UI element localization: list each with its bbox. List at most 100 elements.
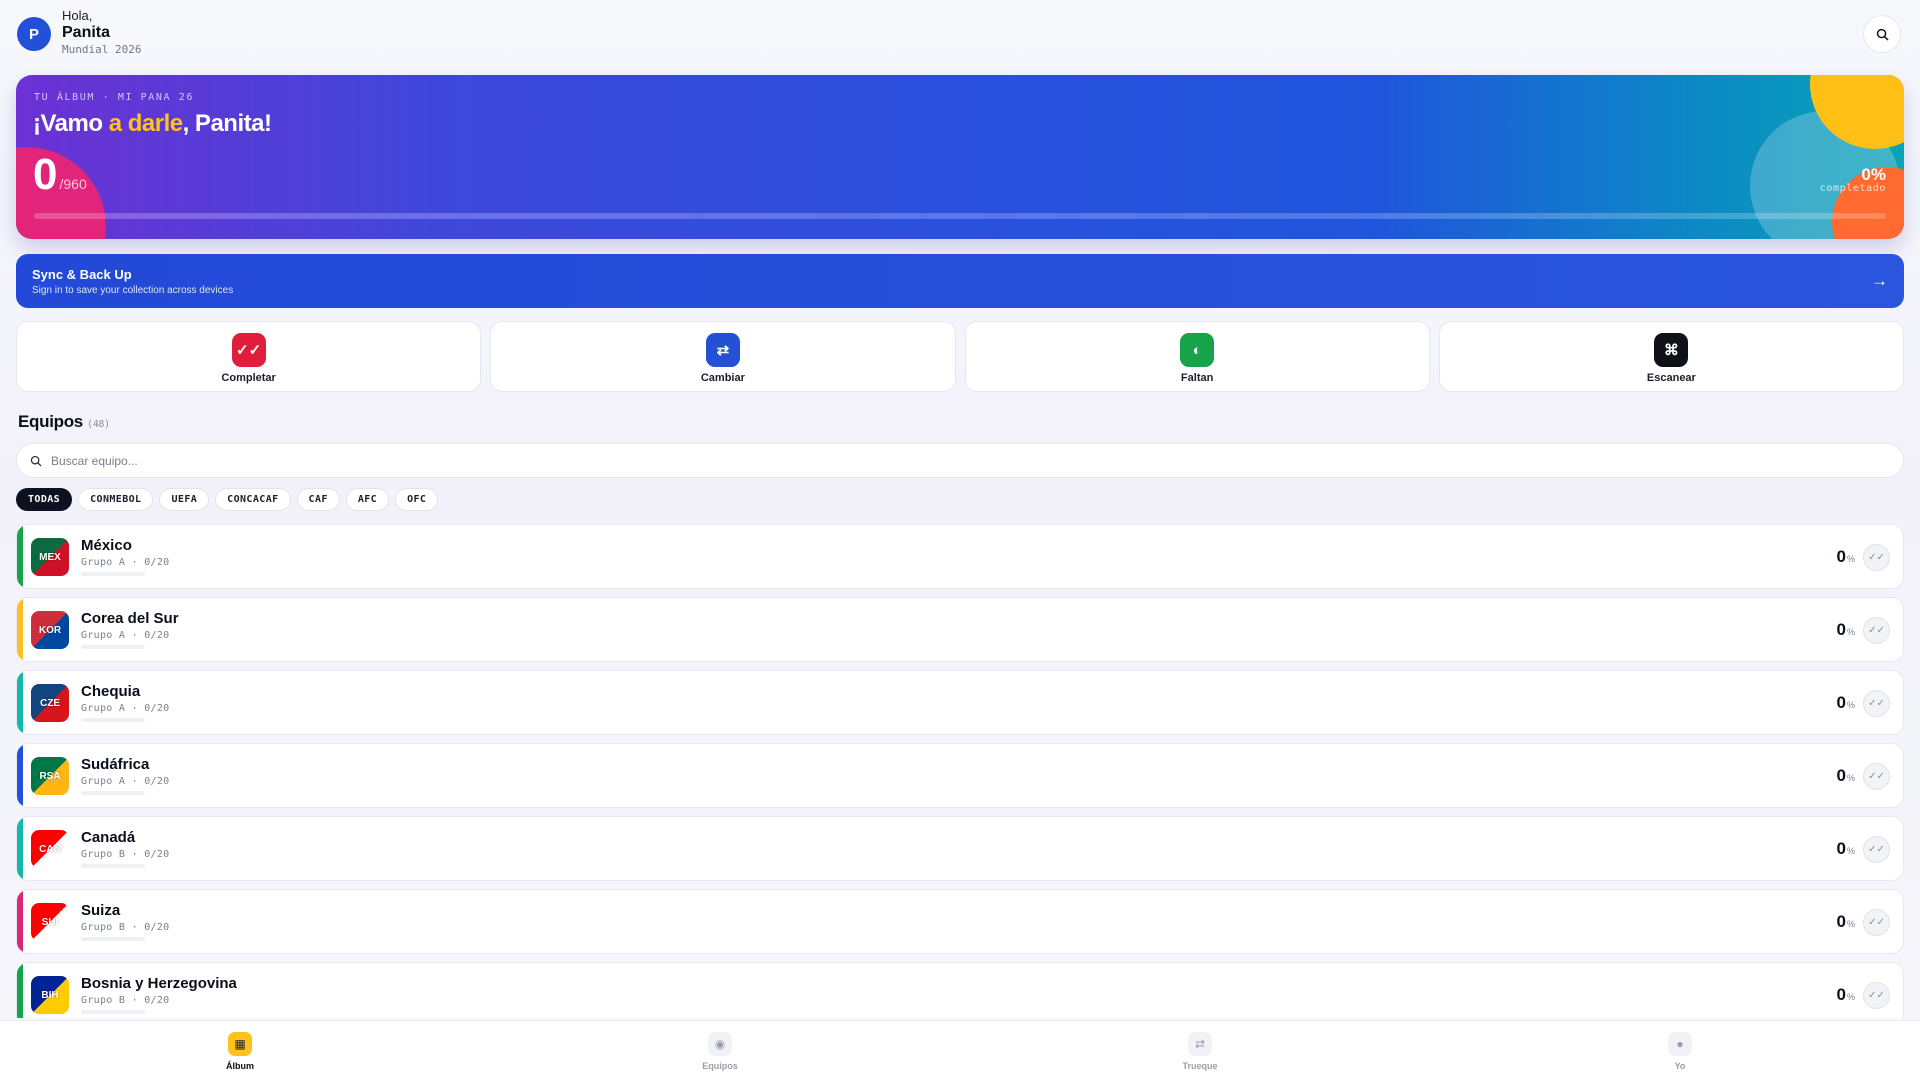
- team-row[interactable]: CAN Canadá Grupo B · 0/20 0% ✓✓: [16, 816, 1904, 881]
- mark-complete-icon[interactable]: ✓✓: [1863, 982, 1890, 1009]
- nav-item-yo[interactable]: ● Yo: [1440, 1021, 1920, 1080]
- team-flag: MEX: [31, 538, 69, 576]
- action-label: Cambiar: [700, 372, 745, 384]
- sync-banner[interactable]: Sync & Back Up Sign in to save your coll…: [16, 254, 1904, 308]
- filter-chip-ofc[interactable]: OFC: [395, 488, 439, 511]
- mark-complete-icon[interactable]: ✓✓: [1863, 690, 1890, 717]
- team-row[interactable]: CZE Chequia Grupo A · 0/20 0% ✓✓: [16, 670, 1904, 735]
- team-percent-value: 0: [1836, 985, 1846, 1004]
- team-name: Chequia: [81, 683, 141, 700]
- team-flag: CZE: [31, 684, 69, 722]
- filter-chip-afc[interactable]: AFC: [345, 488, 390, 511]
- team-row[interactable]: BIH Bosnia y Herzegovina Grupo B · 0/20 0% ✓…: [16, 962, 1904, 1018]
- hero-title-part2: , Panita!: [182, 110, 272, 137]
- nav-label: Trueque: [1182, 1061, 1218, 1071]
- mark-complete-icon[interactable]: ✓✓: [1863, 836, 1890, 863]
- team-search-input[interactable]: [51, 451, 851, 471]
- quick-actions: ✓✓ Completar ⇄ Cambiar ◐ Faltan ⌘ Escanear: [16, 321, 1904, 392]
- team-percent: 0%: [1837, 766, 1855, 786]
- team-meta: Grupo A · 0/20: [81, 776, 170, 787]
- action-completar-button[interactable]: ✓✓ Completar: [16, 321, 482, 392]
- team-percent: 0%: [1837, 547, 1855, 567]
- album-icon: ▦: [228, 1032, 252, 1056]
- collected-count: 0: [33, 150, 58, 199]
- team-percent-value: 0: [1836, 766, 1846, 785]
- tournament-label: Mundial 2026: [62, 43, 142, 56]
- percent-sign: %: [1846, 700, 1855, 710]
- percent-sign: %: [1846, 773, 1855, 783]
- team-meta: Grupo A · 0/20: [81, 703, 170, 714]
- action-cambiar-button[interactable]: ⇄ Cambiar: [490, 321, 956, 392]
- user-name: Panita: [62, 24, 111, 41]
- team-percent-value: 0: [1836, 693, 1846, 712]
- team-code: KOR: [38, 624, 62, 636]
- team-color-stripe: [17, 817, 23, 880]
- profile-icon: ●: [1668, 1032, 1692, 1056]
- mark-complete-icon[interactable]: ✓✓: [1863, 909, 1890, 936]
- team-meta: Grupo A · 0/20: [81, 557, 170, 568]
- mark-complete-icon[interactable]: ✓✓: [1863, 544, 1890, 571]
- team-code: BIH: [41, 989, 59, 1001]
- header: P Hola, Panita Mundial 2026: [17, 6, 1903, 58]
- mark-complete-icon[interactable]: ✓✓: [1863, 617, 1890, 644]
- nav-item-álbum[interactable]: ▦ Álbum: [0, 1021, 480, 1080]
- teams-section-title: Equipos (48): [18, 412, 110, 432]
- team-code: CAN: [39, 843, 61, 855]
- team-list: MEX México Grupo A · 0/20 0% ✓✓ KOR Corea del …: [16, 524, 1904, 1018]
- team-percent-value: 0: [1836, 620, 1846, 639]
- team-color-stripe: [17, 963, 23, 1018]
- filter-chip-uefa[interactable]: UEFA: [159, 488, 210, 511]
- team-row[interactable]: SUI Suiza Grupo B · 0/20 0% ✓✓: [16, 889, 1904, 954]
- team-progress-bar: [81, 718, 145, 722]
- team-color-stripe: [17, 525, 23, 588]
- team-progress-bar: [81, 645, 145, 649]
- mark-complete-icon[interactable]: ✓✓: [1863, 763, 1890, 790]
- team-meta: Grupo A · 0/20: [81, 630, 170, 641]
- half-circle-icon: ◐: [1180, 333, 1215, 367]
- total-count: /960: [59, 176, 87, 192]
- confederation-filters: TODAS CONMEBOL UEFA CONCACAF CAF AFC OFC: [16, 488, 439, 511]
- team-name: Suiza: [81, 902, 121, 919]
- team-percent: 0%: [1837, 839, 1855, 859]
- team-percent-value: 0: [1836, 912, 1846, 931]
- filter-chip-todas[interactable]: TODAS: [16, 488, 73, 511]
- greeting: Hola,: [62, 8, 93, 23]
- filter-chip-caf[interactable]: CAF: [296, 488, 340, 511]
- percent-sign: %: [1846, 627, 1855, 637]
- team-row[interactable]: RSA Sudáfrica Grupo A · 0/20 0% ✓✓: [16, 743, 1904, 808]
- nav-label: Álbum: [226, 1061, 254, 1071]
- search-button[interactable]: [1863, 15, 1901, 53]
- hero-title-part1: ¡Vamo: [33, 110, 109, 137]
- nav-item-equipos[interactable]: ◉ Equipos: [480, 1021, 960, 1080]
- hero-title-highlight: a darle: [108, 110, 183, 137]
- percent-sign: %: [1846, 992, 1855, 1002]
- completion-percent: 0% completado: [1820, 165, 1886, 194]
- action-faltan-button[interactable]: ◐ Faltan: [964, 321, 1430, 392]
- team-flag: RSA: [31, 757, 69, 795]
- percent-sign: %: [1846, 846, 1855, 856]
- album-progress-bar: [34, 213, 1886, 219]
- action-escanear-button[interactable]: ⌘ Escanear: [1438, 321, 1904, 392]
- team-name: Canadá: [81, 829, 136, 846]
- team-flag: SUI: [31, 903, 69, 941]
- team-search-field[interactable]: [16, 443, 1904, 478]
- search-icon: [1876, 28, 1888, 40]
- arrow-right-icon: →: [1871, 271, 1888, 290]
- filter-chip-conmebol[interactable]: CONMEBOL: [78, 488, 154, 511]
- team-color-stripe: [17, 598, 23, 661]
- action-label: Completar: [221, 372, 276, 384]
- team-row[interactable]: KOR Corea del Sur Grupo A · 0/20 0% ✓✓: [16, 597, 1904, 662]
- album-progress-card: TU ÁLBUM · MI PANA 26 ¡Vamo a darle, Pan…: [16, 75, 1904, 239]
- nav-item-trueque[interactable]: ⇄ Trueque: [960, 1021, 1440, 1080]
- team-flag: CAN: [31, 830, 69, 868]
- percent-sign: %: [1846, 919, 1855, 929]
- team-row[interactable]: MEX México Grupo A · 0/20 0% ✓✓: [16, 524, 1904, 589]
- team-name: Sudáfrica: [81, 756, 150, 773]
- avatar[interactable]: P: [17, 17, 51, 51]
- team-code: RSA: [39, 770, 61, 782]
- filter-chip-concacaf[interactable]: CONCACAF: [215, 488, 291, 511]
- team-percent: 0%: [1837, 693, 1855, 713]
- team-color-stripe: [17, 671, 23, 734]
- bottom-nav: ▦ Álbum ◉ Equipos ⇄ Trueque ● Yo: [0, 1020, 1920, 1080]
- hero-title: ¡Vamo a darle, Panita!: [33, 110, 272, 138]
